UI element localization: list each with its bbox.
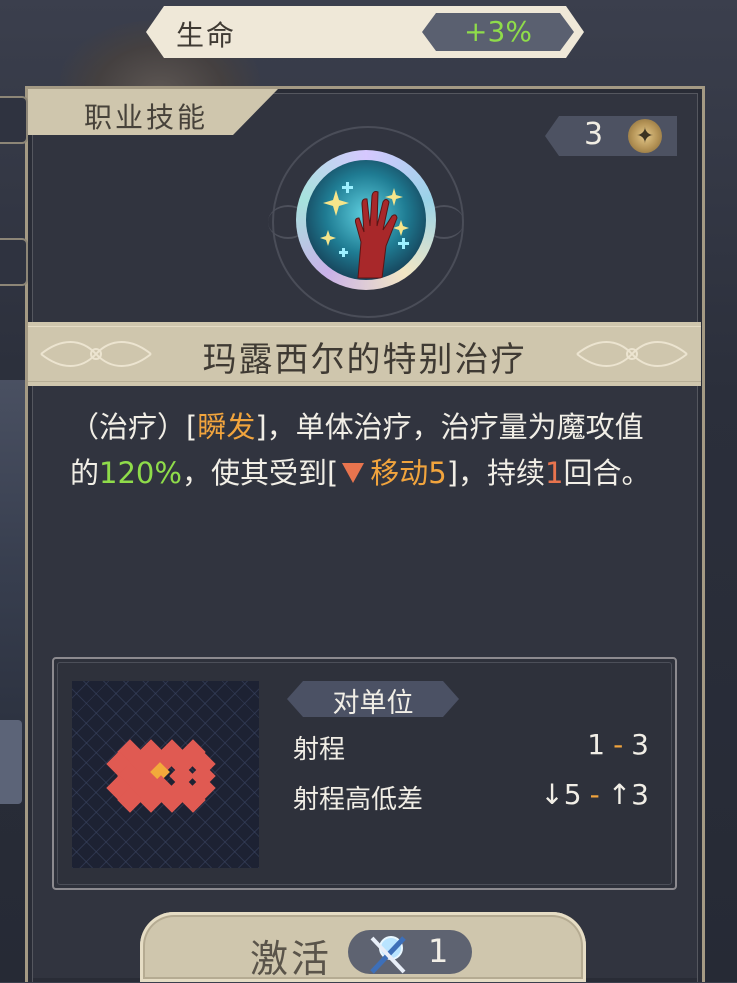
desc-text: ，使其受到[ bbox=[181, 456, 339, 490]
desc-text: 回合。 bbox=[563, 456, 651, 490]
height-up: ↑3 bbox=[607, 778, 649, 811]
desc-text: ]，持续 bbox=[446, 456, 546, 490]
range-grid bbox=[72, 681, 259, 868]
desc-text: （治疗）[ bbox=[70, 410, 198, 444]
target-type-label: 对单位 bbox=[332, 688, 414, 719]
crystal-sword-icon bbox=[370, 936, 406, 974]
height-separator: - bbox=[589, 778, 600, 811]
range-separator: - bbox=[613, 728, 624, 761]
keyword-instant[interactable]: 瞬发 bbox=[197, 410, 255, 444]
tab-title: 职业技能 bbox=[84, 101, 209, 134]
height-down: ↓5 bbox=[540, 778, 582, 811]
range-label: 射程 bbox=[293, 735, 346, 765]
heal-percent: 120% bbox=[99, 456, 182, 490]
life-stat-value-box: +3% bbox=[422, 13, 574, 51]
life-stat-bar: 生命 +3% bbox=[146, 6, 584, 58]
height-diff-value: ↓5- ↑3 bbox=[540, 778, 649, 811]
range-min: 1 bbox=[587, 728, 606, 761]
height-diff-label: 射程高低差 bbox=[293, 785, 424, 815]
background-side-tab bbox=[0, 720, 22, 804]
skill-cost-value: 3 bbox=[584, 117, 604, 152]
life-stat-value: +3% bbox=[464, 15, 532, 48]
star-coin-icon: ✦ bbox=[628, 119, 662, 153]
skill-name: 玛露西尔的特别治疗 bbox=[202, 340, 527, 380]
side-notch bbox=[0, 238, 28, 286]
side-notch bbox=[0, 96, 28, 144]
down-triangle-icon bbox=[342, 463, 365, 483]
range-value: 1-3 bbox=[587, 728, 649, 761]
range-max: 3 bbox=[631, 728, 649, 761]
keyword-move-debuff[interactable]: 移动5 bbox=[370, 456, 446, 490]
skill-description: （治疗）[瞬发]，单体治疗，治疗量为魔攻值的120%，使其受到[移动5]，持续1… bbox=[70, 404, 670, 496]
activate-label[interactable]: 激活 bbox=[250, 928, 332, 983]
healing-hand-icon bbox=[306, 160, 426, 280]
life-stat-label: 生命 bbox=[176, 19, 237, 52]
activate-count: 1 bbox=[428, 932, 449, 970]
duration-turns: 1 bbox=[545, 456, 564, 490]
